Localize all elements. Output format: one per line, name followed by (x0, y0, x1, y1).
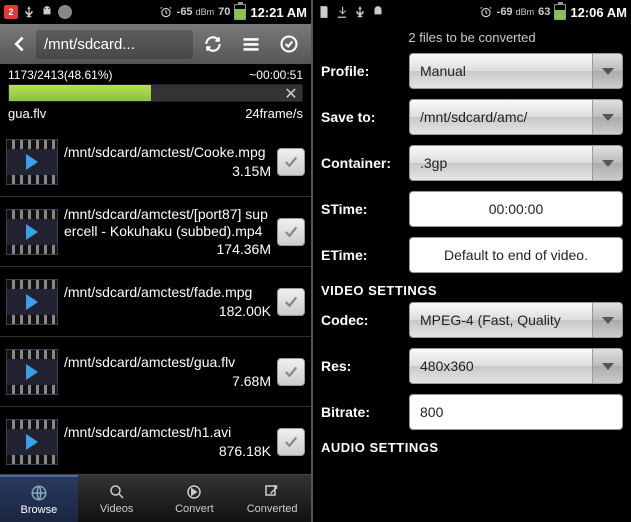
file-size: 7.68M (64, 373, 271, 389)
tab-label: Browse (21, 504, 58, 516)
settings-form: Profile: Manual Save to: /mnt/sdcard/amc… (313, 53, 631, 522)
screen-browse: 2 -65 dBm 70 12:21 AM /mnt/sdcard... (0, 0, 313, 522)
res-label: Res: (321, 358, 401, 374)
file-size: 182.00K (64, 303, 271, 319)
file-path: /mnt/sdcard/amctest/h1.avi (64, 424, 271, 441)
progress-rate: 24frame/s (245, 106, 303, 121)
status-bar-left: 2 -65 dBm 70 12:21 AM (0, 0, 311, 24)
chevron-down-icon (592, 100, 622, 134)
video-thumbnail-icon (6, 279, 58, 325)
battery-text: 70 (218, 6, 230, 18)
file-path: /mnt/sdcard/amctest/gua.flv (64, 354, 271, 371)
tab-browse[interactable]: Browse (0, 475, 78, 522)
file-size: 174.36M (64, 241, 271, 257)
file-checkbox[interactable] (277, 428, 305, 456)
container-select[interactable]: .3gp (409, 145, 623, 181)
alarm-icon (479, 5, 493, 19)
profile-label: Profile: (321, 63, 401, 79)
file-path: /mnt/sdcard/amctest/Cooke.mpg (64, 144, 271, 161)
battery-icon (554, 4, 566, 20)
video-settings-header: VIDEO SETTINGS (321, 283, 623, 298)
audio-settings-header: AUDIO SETTINGS (321, 440, 623, 455)
progress-area: 1173/2413(48.61%) ~00:00:51 ✕ gua.flv 24… (0, 64, 311, 127)
battery-text: 63 (538, 6, 550, 18)
path-display[interactable]: /mnt/sdcard... (36, 30, 193, 59)
file-row[interactable]: /mnt/sdcard/amctest/fade.mpg 182.00K (0, 267, 311, 337)
bottom-tabs: Browse Videos Convert Converted (0, 474, 311, 522)
file-row[interactable]: /mnt/sdcard/amctest/h1.avi 876.18K (0, 407, 311, 474)
progress-counter: 1173/2413(48.61%) (8, 68, 113, 82)
progress-cancel-button[interactable]: ✕ (282, 85, 300, 103)
codec-label: Codec: (321, 312, 401, 328)
tab-label: Converted (247, 503, 298, 515)
stime-label: STime: (321, 201, 401, 217)
res-select[interactable]: 480x360 (409, 348, 623, 384)
back-button[interactable] (4, 29, 34, 59)
file-checkbox[interactable] (277, 358, 305, 386)
export-icon (263, 482, 281, 502)
download-icon (335, 5, 349, 19)
tab-label: Convert (175, 503, 214, 515)
notification-badge-icon: 2 (4, 5, 18, 19)
sdcard-icon (317, 5, 331, 19)
file-size: 876.18K (64, 443, 271, 459)
chevron-down-icon (592, 54, 622, 88)
file-path: /mnt/sdcard/amctest/[port87] supercell -… (64, 206, 271, 240)
video-thumbnail-icon (6, 349, 58, 395)
video-thumbnail-icon (6, 419, 58, 465)
globe-icon (30, 483, 48, 503)
saveto-select[interactable]: /mnt/sdcard/amc/ (409, 99, 623, 135)
tab-videos[interactable]: Videos (78, 475, 156, 522)
clock-text: 12:06 AM (570, 5, 627, 20)
signal-strength-text: -69 dBm (497, 6, 534, 18)
file-checkbox[interactable] (277, 148, 305, 176)
clock-text: 12:21 AM (250, 5, 307, 20)
tab-convert[interactable]: Convert (156, 475, 234, 522)
status-bar-right: -69 dBm 63 12:06 AM (313, 0, 631, 24)
file-list: /mnt/sdcard/amctest/Cooke.mpg 3.15M /mnt… (0, 127, 311, 474)
video-thumbnail-icon (6, 209, 58, 255)
conversion-title: 2 files to be converted (313, 24, 631, 53)
signal-strength-text: -65 dBm (177, 6, 214, 18)
menu-button[interactable] (233, 29, 269, 59)
file-row[interactable]: /mnt/sdcard/amctest/gua.flv 7.68M (0, 337, 311, 407)
bitrate-input[interactable]: 800 (409, 394, 623, 430)
toolbar: /mnt/sdcard... (0, 24, 311, 64)
screen-convert-settings: -69 dBm 63 12:06 AM 2 files to be conver… (313, 0, 631, 522)
progress-eta: ~00:00:51 (249, 68, 303, 82)
file-size: 3.15M (64, 163, 271, 179)
chevron-down-icon (592, 349, 622, 383)
tab-label: Videos (100, 503, 133, 515)
search-icon (108, 482, 126, 502)
chevron-down-icon (592, 146, 622, 180)
video-thumbnail-icon (6, 139, 58, 185)
app-icon (58, 5, 72, 19)
container-label: Container: (321, 155, 401, 171)
progress-bar: ✕ (8, 84, 303, 102)
battery-icon (234, 4, 246, 20)
etime-label: ETime: (321, 247, 401, 263)
tab-converted[interactable]: Converted (233, 475, 311, 522)
usb-icon (353, 5, 367, 19)
file-checkbox[interactable] (277, 218, 305, 246)
file-row[interactable]: /mnt/sdcard/amctest/[port87] supercell -… (0, 197, 311, 267)
progress-filename: gua.flv (8, 106, 46, 121)
stime-input[interactable]: 00:00:00 (409, 191, 623, 227)
saveto-label: Save to: (321, 109, 401, 125)
etime-input[interactable]: Default to end of video. (409, 237, 623, 273)
bitrate-label: Bitrate: (321, 404, 401, 420)
file-checkbox[interactable] (277, 288, 305, 316)
chevron-down-icon (592, 303, 622, 337)
file-path: /mnt/sdcard/amctest/fade.mpg (64, 284, 271, 301)
file-row[interactable]: /mnt/sdcard/amctest/Cooke.mpg 3.15M (0, 127, 311, 197)
convert-icon (185, 482, 203, 502)
codec-select[interactable]: MPEG-4 (Fast, Quality (409, 302, 623, 338)
alarm-icon (159, 5, 173, 19)
select-all-button[interactable] (271, 29, 307, 59)
android-icon (371, 5, 385, 19)
usb-icon (22, 5, 36, 19)
refresh-button[interactable] (195, 29, 231, 59)
profile-select[interactable]: Manual (409, 53, 623, 89)
android-icon (40, 5, 54, 19)
